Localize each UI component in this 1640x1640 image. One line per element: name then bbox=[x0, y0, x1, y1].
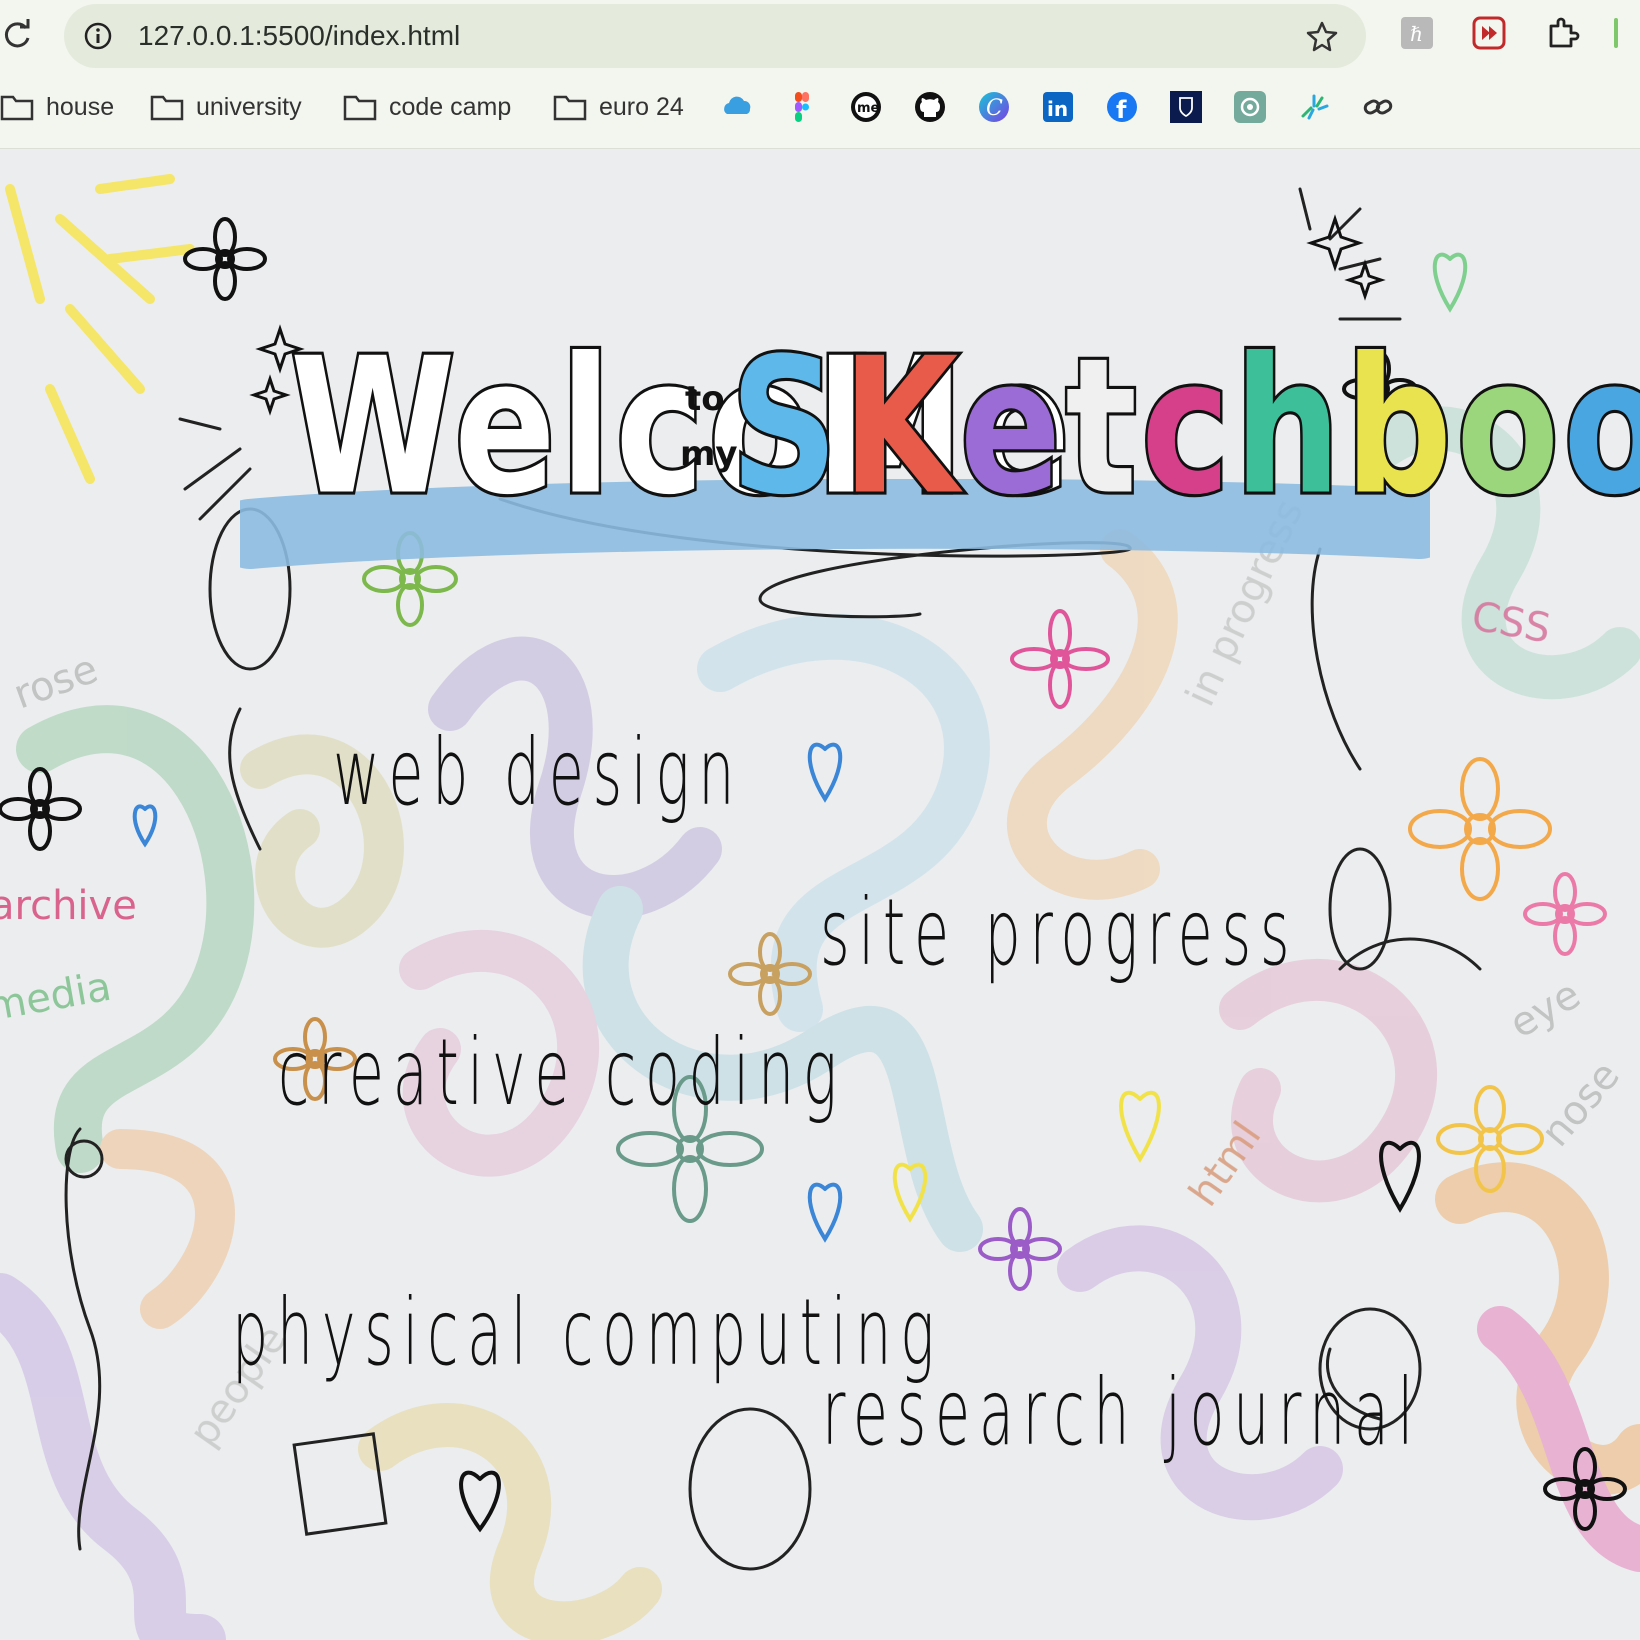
svg-text:C: C bbox=[986, 96, 1003, 121]
c-icon[interactable]: C bbox=[977, 90, 1011, 124]
doodle-label-archive: archive bbox=[0, 883, 137, 929]
title-sketchbook: SKetchbooK bbox=[727, 316, 1640, 540]
sparkle-icon[interactable] bbox=[1297, 90, 1331, 124]
puzzle-icon[interactable] bbox=[1546, 16, 1580, 50]
folder-icon bbox=[343, 95, 377, 121]
nav-link-site-progress[interactable]: site progress bbox=[820, 879, 1298, 986]
extension-r-icon[interactable]: ℏ bbox=[1400, 16, 1434, 50]
folder-icon bbox=[553, 95, 587, 121]
svg-text:me: me bbox=[857, 101, 880, 116]
title-letter: e bbox=[957, 316, 1066, 540]
link-icon[interactable] bbox=[1361, 90, 1395, 124]
extension-video-icon[interactable] bbox=[1472, 16, 1506, 50]
svg-text:in: in bbox=[1047, 97, 1068, 121]
sketchbook-page: rose archive media in progress CSS eye n… bbox=[0, 149, 1640, 1640]
folder-icon bbox=[150, 95, 184, 121]
title-letter: K bbox=[840, 316, 960, 540]
page-title: WelcoMe to my SKetchbooK bbox=[240, 229, 1640, 629]
url-text[interactable]: 127.0.0.1:5500/index.html bbox=[138, 20, 460, 52]
title-letter: h bbox=[1232, 316, 1345, 540]
title-my: my bbox=[680, 434, 738, 474]
bookmark-folder-label: euro 24 bbox=[599, 92, 684, 121]
bookmark-folder-label: code camp bbox=[389, 92, 512, 121]
facebook-icon[interactable]: f bbox=[1105, 90, 1139, 124]
bookmark-folder-euro-24[interactable]: euro 24 bbox=[553, 84, 684, 130]
title-letter: o bbox=[1561, 316, 1640, 540]
nav-link-creative-coding[interactable]: creative coding bbox=[278, 1019, 846, 1126]
bookmark-folder-house[interactable]: house bbox=[0, 84, 114, 130]
svg-text:f: f bbox=[1116, 96, 1127, 124]
me-icon[interactable]: me bbox=[849, 90, 883, 124]
reload-icon[interactable] bbox=[0, 16, 36, 52]
title-letter: c bbox=[1139, 316, 1235, 540]
cloud-icon[interactable] bbox=[721, 90, 755, 124]
bookmarks-bar: house university code camp euro 24 me C … bbox=[0, 84, 1640, 130]
title-letter: t bbox=[1063, 316, 1142, 540]
chatgpt-icon[interactable] bbox=[1233, 90, 1267, 124]
nav-link-web-design[interactable]: web design bbox=[333, 719, 743, 826]
bookmark-folder-label: house bbox=[46, 92, 115, 121]
bookmark-folder-code-camp[interactable]: code camp bbox=[343, 84, 511, 130]
star-icon[interactable] bbox=[1306, 20, 1338, 52]
title-letter: o bbox=[1454, 316, 1564, 540]
figma-icon[interactable] bbox=[785, 90, 819, 124]
title-letter: S bbox=[727, 316, 843, 540]
bookmark-folder-university[interactable]: university bbox=[150, 84, 302, 130]
profile-indicator bbox=[1614, 18, 1618, 48]
browser-chrome: 127.0.0.1:5500/index.html ℏ house univer… bbox=[0, 0, 1640, 149]
svg-text:ℏ: ℏ bbox=[1410, 22, 1423, 46]
doodle-label-nose: nose bbox=[1532, 1053, 1628, 1156]
doodle-label-eye: eye bbox=[1502, 971, 1588, 1047]
info-icon[interactable] bbox=[84, 22, 112, 50]
bookmark-folder-label: university bbox=[196, 92, 302, 121]
crest-icon[interactable] bbox=[1169, 90, 1203, 124]
nav-link-research-journal[interactable]: research journal bbox=[822, 1359, 1422, 1466]
linkedin-icon[interactable]: in bbox=[1041, 90, 1075, 124]
doodle-label-media: media bbox=[0, 964, 115, 1031]
title-letter: b bbox=[1342, 316, 1457, 540]
address-bar[interactable]: 127.0.0.1:5500/index.html bbox=[64, 4, 1366, 68]
github-icon[interactable] bbox=[913, 90, 947, 124]
title-to: to bbox=[685, 379, 725, 419]
folder-icon bbox=[0, 95, 34, 121]
